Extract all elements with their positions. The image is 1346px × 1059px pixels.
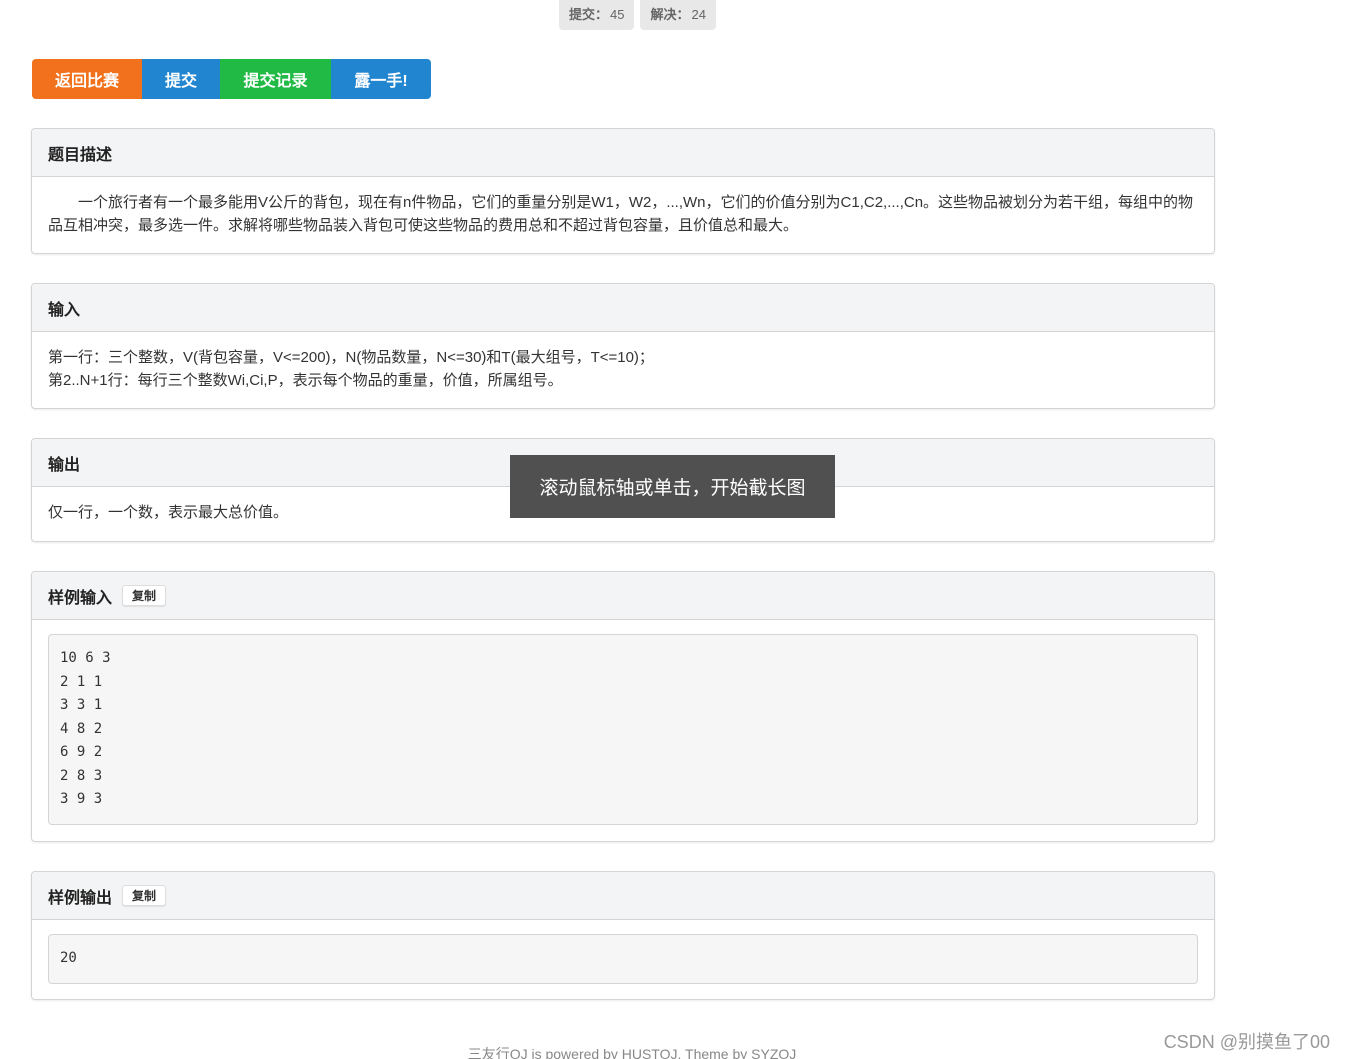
sample-output-code: 20 <box>48 934 1198 984</box>
back-to-contest-button[interactable]: 返回比赛 <box>32 59 142 99</box>
input-line-2: 第2..N+1行：每行三个整数Wi,Ci,P，表示每个物品的重量，价值，所属组号… <box>48 372 563 389</box>
sample-input-title: 样例输入 <box>48 589 113 607</box>
sample-output-body: 20 <box>32 920 1214 998</box>
action-button-group: 返回比赛 提交 提交记录 露一手! <box>32 59 431 99</box>
input-line-1: 第一行：三个整数，V(背包容量，V<=200)，N(物品数量，N<=30)和T(… <box>48 349 654 366</box>
copy-sample-input-button[interactable]: 复制 <box>122 585 167 606</box>
description-section: 题目描述 一个旅行者有一个最多能用V公斤的背包，现在有n件物品，它们的重量分别是… <box>31 128 1215 254</box>
submission-records-button[interactable]: 提交记录 <box>220 59 331 99</box>
submit-count-value: 45 <box>610 7 625 22</box>
sample-input-section: 样例输入 复制 10 6 3 2 1 1 3 3 1 4 8 2 6 9 2 2… <box>31 571 1215 842</box>
submit-count-label: 提交： <box>569 7 609 22</box>
input-title: 输入 <box>32 284 1214 332</box>
sample-input-header: 样例输入 复制 <box>32 572 1214 620</box>
description-text: 一个旅行者有一个最多能用V公斤的背包，现在有n件物品，它们的重量分别是W1，W2… <box>48 194 1194 234</box>
sample-input-code: 10 6 3 2 1 1 3 3 1 4 8 2 6 9 2 2 8 3 3 9… <box>48 634 1198 825</box>
submit-button[interactable]: 提交 <box>142 59 220 99</box>
screenshot-tooltip: 滚动鼠标轴或单击，开始截长图 <box>510 455 835 518</box>
footer-text: 三友行OJ is powered by HUSTOJ. Theme by SYZ… <box>467 1046 797 1059</box>
input-section: 输入 第一行：三个整数，V(背包容量，V<=200)，N(物品数量，N<=30)… <box>31 283 1215 409</box>
csdn-watermark: CSDN @别摸鱼了00 <box>1163 1032 1330 1052</box>
sample-output-section: 样例输出 复制 20 <box>31 871 1215 1000</box>
sample-output-title: 样例输出 <box>48 889 113 907</box>
description-title: 题目描述 <box>32 129 1214 177</box>
sample-output-header: 样例输出 复制 <box>32 872 1214 920</box>
copy-sample-output-button[interactable]: 复制 <box>122 885 167 906</box>
solved-count-badge: 解决： 24 <box>640 0 716 30</box>
input-body: 第一行：三个整数，V(背包容量，V<=200)，N(物品数量，N<=30)和T(… <box>32 332 1214 406</box>
show-off-button[interactable]: 露一手! <box>331 59 431 99</box>
submit-count-badge: 提交： 45 <box>559 0 635 30</box>
solved-count-value: 24 <box>691 7 706 22</box>
stats-bar: 提交： 45 解决： 24 <box>559 0 716 30</box>
solved-count-label: 解决： <box>650 7 690 22</box>
sample-input-body: 10 6 3 2 1 1 3 3 1 4 8 2 6 9 2 2 8 3 3 9… <box>32 620 1214 839</box>
